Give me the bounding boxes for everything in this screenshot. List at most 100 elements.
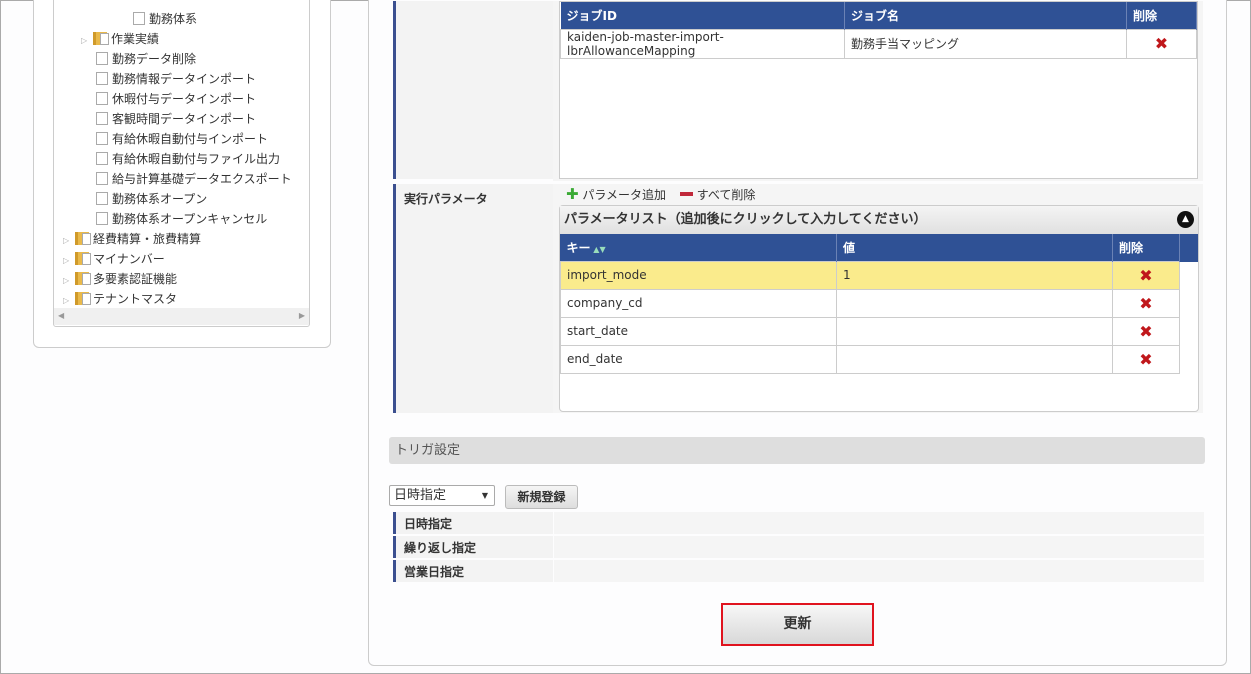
key-header[interactable]: キー ▲▼ [560, 234, 837, 261]
sort-icon[interactable]: ▲▼ [591, 245, 605, 254]
tree-item[interactable]: 勤務データ削除 [96, 49, 196, 69]
expand-arrow-icon[interactable]: ▷ [63, 271, 75, 291]
job-id-header: ジョブID [560, 2, 845, 29]
trigger-row-label: 営業日指定 [393, 560, 553, 582]
table-row[interactable]: start_date ✖ [560, 316, 1180, 346]
tree-item-label: 有給休暇自動付与インポート [112, 132, 269, 146]
tree-item[interactable]: ▷ 多要素認証機能 [63, 269, 177, 289]
document-icon [96, 72, 108, 85]
document-icon [96, 132, 108, 145]
document-icon [96, 212, 108, 225]
trigger-row-value [554, 536, 1204, 558]
expand-arrow-icon[interactable]: ▷ [63, 231, 75, 251]
trigger-row-value [554, 512, 1204, 534]
document-icon [96, 52, 108, 65]
chevron-down-icon: ▼ [481, 491, 488, 500]
tree-item[interactable]: 休暇付与データインポート [96, 89, 256, 109]
tree-item[interactable]: ▷ マイナンバー [63, 249, 165, 269]
tree-item[interactable]: ▷ 作業実績 [81, 29, 159, 49]
param-delete-header: 削除 [1112, 234, 1180, 261]
delete-all-button[interactable]: すべて削除 [679, 188, 755, 202]
update-button[interactable]: 更新 [721, 603, 874, 646]
document-icon [96, 192, 108, 205]
tree-item-label: 勤務データ削除 [112, 52, 197, 66]
tree-item-label: マイナンバー [93, 252, 165, 266]
tree-item-label: 勤務体系オープン [112, 192, 208, 206]
folder-icon [75, 272, 91, 285]
folder-icon [75, 232, 91, 245]
table-row[interactable]: company_cd ✖ [560, 288, 1180, 318]
param-key[interactable]: company_cd [560, 288, 837, 318]
param-value[interactable] [836, 344, 1113, 374]
param-list-title-bar: パラメータリスト（追加後にクリックして入力してください） ▲ [560, 206, 1198, 234]
tree-item[interactable]: ▷ テナントマスタ [63, 289, 177, 309]
trigger-type-select[interactable]: 日時指定 ▼ [389, 485, 495, 506]
tree-item[interactable]: 有給休暇自動付与ファイル出力 [96, 149, 280, 169]
job-delete-header: 削除 [1126, 2, 1197, 29]
tree-item-label: 作業実績 [111, 32, 160, 46]
collapse-icon[interactable]: ▲ [1177, 211, 1194, 228]
document-icon [96, 172, 108, 185]
tree-item[interactable]: 有給休暇自動付与インポート [96, 129, 268, 149]
tree-item-label: 勤務情報データインポート [112, 72, 257, 86]
table-row[interactable]: kaiden-job-master-import-lbrAllowanceMap… [560, 28, 1197, 59]
tree-item-label: 勤務体系オープンキャンセル [112, 212, 268, 226]
job-table: ジョブID ジョブ名 削除 kaiden-job-master-import-lbr… [560, 2, 1197, 59]
new-register-button[interactable]: 新規登録 [505, 485, 578, 509]
params-label: 実行パラメータ [393, 184, 553, 413]
tree-item-label: 勤務体系 [149, 12, 198, 26]
document-icon [133, 12, 145, 25]
job-id: kaiden-job-master-import-lbrAllowanceMap… [560, 28, 845, 59]
tree-item[interactable]: ▷ 経費精算・旅費精算 [63, 229, 201, 249]
expand-arrow-icon[interactable]: ▷ [63, 251, 75, 271]
param-key[interactable]: import_mode [560, 260, 837, 290]
trigger-row-label: 繰り返し指定 [393, 536, 553, 558]
table-row[interactable]: import_mode 1 ✖ [560, 260, 1180, 290]
delete-icon[interactable]: ✖ [1112, 288, 1180, 318]
tree-item-label: 多要素認証機能 [93, 272, 178, 286]
value-header: 値 [836, 234, 1113, 261]
document-icon [96, 92, 108, 105]
delete-icon[interactable]: ✖ [1112, 316, 1180, 346]
param-list-title: パラメータリスト（追加後にクリックして入力してください） [564, 212, 927, 227]
job-name-header: ジョブ名 [844, 2, 1127, 29]
folder-icon [75, 252, 91, 265]
add-param-button[interactable]: ✚ パラメータ追加 [566, 185, 666, 203]
tree-item-label: 経費精算・旅費精算 [93, 232, 202, 246]
plus-icon: ✚ [566, 185, 579, 203]
tree-item-label: 客観時間データインポート [112, 112, 257, 126]
expand-arrow-icon[interactable]: ▷ [63, 291, 75, 311]
param-value[interactable] [836, 316, 1113, 346]
param-key[interactable]: start_date [560, 316, 837, 346]
delete-icon[interactable]: ✖ [1112, 344, 1180, 374]
tree-item[interactable]: 勤務情報データインポート [96, 69, 256, 89]
tree-item-label: 休暇付与データインポート [112, 92, 257, 106]
job-table-container: ジョブID ジョブ名 削除 kaiden-job-master-import-lbr… [559, 1, 1198, 179]
tree-item[interactable]: 勤務体系 [133, 9, 197, 29]
expand-arrow-icon[interactable]: ▷ [81, 31, 93, 51]
tree-item[interactable]: 勤務体系オープンキャンセル [96, 209, 267, 229]
param-value[interactable] [836, 288, 1113, 318]
param-list: パラメータリスト（追加後にクリックして入力してください） ▲ キー ▲▼ 値削除 … [559, 205, 1199, 412]
tree-item[interactable]: 給与計算基礎データエクスポート [96, 169, 292, 189]
delete-icon[interactable]: ✖ [1126, 28, 1197, 59]
folder-icon [93, 32, 109, 45]
param-value[interactable]: 1 [836, 260, 1113, 290]
tree-horizontal-scrollbar[interactable]: ◀ ▶ [54, 308, 309, 325]
params-toolbar: ✚ パラメータ追加 すべて削除 [566, 186, 755, 202]
tree-item[interactable]: 勤務体系オープン [96, 189, 207, 209]
document-icon [96, 112, 108, 125]
table-row[interactable]: end_date ✖ [560, 344, 1180, 374]
delete-icon[interactable]: ✖ [1112, 260, 1180, 290]
tree-item[interactable]: 客観時間データインポート [96, 109, 256, 129]
trigger-row-value [554, 560, 1204, 582]
tree-item-label: テナントマスタ [93, 292, 178, 306]
tree-item-label: 有給休暇自動付与ファイル出力 [112, 152, 281, 166]
job-label-cell [393, 1, 553, 179]
trigger-row-label: 日時指定 [393, 512, 553, 534]
folder-icon [75, 292, 91, 305]
job-name: 勤務手当マッピング [844, 28, 1127, 59]
param-key[interactable]: end_date [560, 344, 837, 374]
trigger-section-title: トリガ設定 [389, 437, 1205, 464]
tree-item-label: 給与計算基礎データエクスポート [112, 172, 292, 186]
